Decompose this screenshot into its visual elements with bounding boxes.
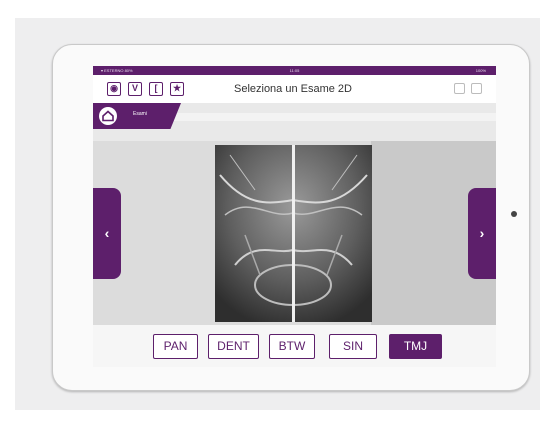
tablet-screen: ▾ ESTERNO 80% 11:05 100% ◉ V [ ★ Selezio…	[93, 66, 496, 367]
tablet-home-button[interactable]	[511, 211, 517, 217]
exam-button-pan[interactable]: PAN	[153, 334, 198, 359]
status-battery: 100%	[475, 68, 486, 73]
status-time: 11:05	[289, 68, 300, 73]
bracket-icon[interactable]: [	[149, 82, 163, 96]
eye-icon[interactable]: ◉	[107, 82, 121, 96]
sub-header: Esami	[93, 103, 496, 141]
toolbar: ◉ V [ ★ Seleziona un Esame 2D	[93, 75, 496, 104]
exam-button-tmj[interactable]: TMJ	[389, 334, 442, 359]
exam-button-dent[interactable]: DENT	[208, 334, 259, 359]
tab-esami-label: Esami	[133, 111, 147, 117]
status-bar: ▾ ESTERNO 80% 11:05 100%	[93, 66, 496, 75]
exam-button-sin[interactable]: SIN	[329, 334, 377, 359]
tab-esami[interactable]: Esami	[93, 103, 181, 129]
info-icon[interactable]	[454, 83, 465, 94]
previous-button[interactable]: ‹	[93, 188, 121, 279]
next-button[interactable]: ›	[468, 188, 496, 279]
image-viewer: ‹ ›	[93, 141, 496, 325]
exam-button-btw[interactable]: BTW	[269, 334, 315, 359]
tmj-xray-image	[215, 145, 372, 322]
settings-icon[interactable]	[471, 83, 482, 94]
page-title: Seleziona un Esame 2D	[233, 83, 352, 95]
tooth-icon[interactable]: V	[128, 82, 142, 96]
chevron-left-icon: ‹	[104, 225, 110, 241]
star-icon[interactable]: ★	[170, 82, 184, 96]
home-icon[interactable]	[99, 107, 117, 125]
chevron-right-icon: ›	[479, 225, 485, 241]
exam-type-bar: PAN DENT BTW SIN TMJ	[93, 325, 496, 367]
